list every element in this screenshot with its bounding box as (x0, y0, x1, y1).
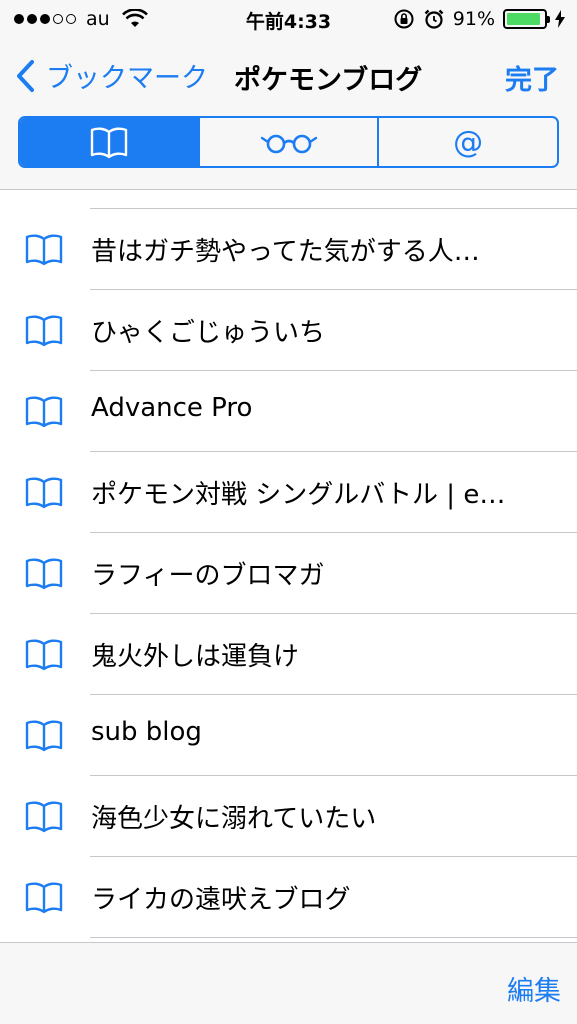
bookmark-row[interactable]: Advance Pro (0, 371, 577, 452)
bookmark-title: 海色少女に溺れていたい (91, 804, 377, 834)
orientation-lock-icon (394, 9, 414, 29)
navigation-bar: ブックマーク ポケモンブログ 完了 @ (0, 38, 577, 190)
bookmark-row[interactable]: 昔はガチ勢やってた気がする人… (0, 209, 577, 290)
book-icon (90, 127, 128, 159)
bookmark-title: sub blog (91, 717, 202, 747)
bookmark-row[interactable]: 海色少女に溺れていたい (0, 776, 577, 857)
segmented-control: @ (18, 116, 559, 168)
back-button-label: ブックマーク (46, 63, 208, 94)
tab-shared-links[interactable]: @ (377, 118, 557, 166)
back-button[interactable]: ブックマーク (14, 56, 208, 95)
bookmark-title: ひゃくごじゅういち (91, 318, 326, 348)
bookmark-row[interactable]: ライカの遠吠えブログ (0, 857, 577, 938)
bookmark-book-icon (24, 556, 64, 590)
bookmark-row[interactable]: ひゃくごじゅういち (0, 290, 577, 371)
bookmark-row[interactable]: ポケモン対戦 シングルバトル | e… (0, 452, 577, 533)
battery-percent: 91% (452, 8, 495, 30)
battery-icon (503, 9, 550, 29)
at-icon: @ (453, 124, 484, 160)
chevron-left-icon (17, 59, 34, 92)
done-button[interactable]: 完了 (505, 58, 559, 97)
status-right: 91% (393, 8, 565, 30)
bookmark-row[interactable]: 鬼火外しは運負け (0, 614, 577, 695)
bookmark-book-icon (24, 394, 64, 428)
bookmark-title: ラフィーのブロマガ (91, 561, 325, 591)
bookmark-row[interactable]: sub blog (0, 695, 577, 776)
bookmark-book-icon (24, 232, 64, 266)
edit-button[interactable]: 編集 (507, 969, 561, 1008)
bottom-toolbar: 編集 (0, 942, 577, 1024)
bookmark-title: 昔はガチ勢やってた気がする人… (91, 237, 480, 267)
bookmark-title: ポケモン対戦 シングルバトル | e… (91, 480, 506, 510)
bookmark-row[interactable]: ラフィーのブロマガ (0, 533, 577, 614)
bookmark-book-icon (24, 475, 64, 509)
bookmark-book-icon (24, 313, 64, 347)
bookmark-title: Advance Pro (91, 393, 253, 423)
bookmark-book-icon (24, 880, 64, 914)
bookmark-title: ライカの遠吠えブログ (91, 885, 351, 915)
charging-bolt-icon (555, 10, 565, 28)
glasses-icon (260, 134, 317, 154)
tab-bookmarks[interactable] (20, 118, 198, 166)
bookmark-book-icon (24, 637, 64, 671)
bookmark-list: 昔はガチ勢やってた気がする人… ひゃくごじゅういち Advance Pro ポケモン対… (0, 190, 577, 942)
battery-level (507, 13, 540, 25)
bookmark-book-icon (24, 718, 64, 752)
tab-reading-list[interactable] (197, 118, 378, 166)
bookmark-book-icon (24, 799, 64, 833)
row-divider (90, 937, 577, 938)
bookmark-title: 鬼火外しは運負け (91, 642, 300, 672)
alarm-icon (424, 9, 444, 29)
status-bar: au 午前4:33 91% (0, 0, 577, 38)
page-title: ポケモンブログ (234, 65, 423, 96)
